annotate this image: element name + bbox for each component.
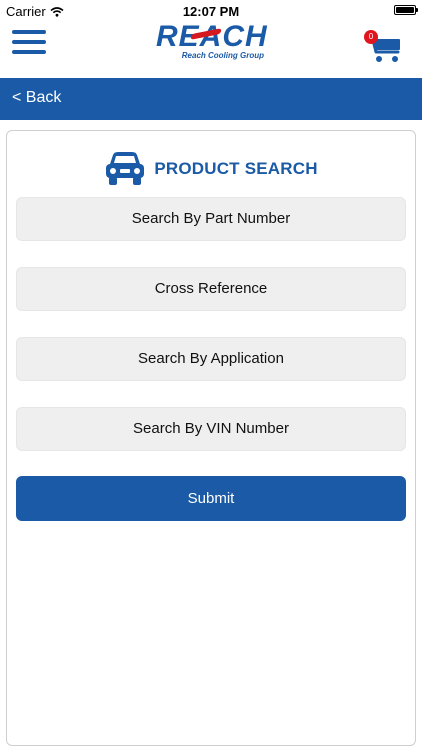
search-by-part-number-button[interactable]: Search By Part Number xyxy=(16,197,406,241)
reach-logo[interactable]: REACH Reach Cooling Group xyxy=(156,20,268,66)
menu-icon[interactable] xyxy=(12,30,46,56)
cart-count-badge: 0 xyxy=(364,30,378,44)
product-search-panel: PRODUCT SEARCH Search By Part Number Cro… xyxy=(6,130,416,746)
section-title: PRODUCT SEARCH xyxy=(154,159,318,178)
status-bar: Carrier 12:07 PM xyxy=(0,0,422,22)
search-by-application-button[interactable]: Search By Application xyxy=(16,337,406,381)
back-bar: < Back xyxy=(0,78,422,120)
submit-button[interactable]: Submit xyxy=(16,476,406,521)
cart-button[interactable]: 0 xyxy=(364,30,404,64)
search-by-vin-number-button[interactable]: Search By VIN Number xyxy=(16,407,406,451)
cross-reference-button[interactable]: Cross Reference xyxy=(16,267,406,311)
battery-icon xyxy=(394,5,418,15)
back-button[interactable]: < Back xyxy=(12,89,61,107)
status-time: 12:07 PM xyxy=(182,4,240,19)
car-icon xyxy=(106,152,145,185)
section-header: PRODUCT SEARCH xyxy=(7,151,415,187)
top-nav: REACH Reach Cooling Group 0 xyxy=(0,22,422,78)
logo-text: REACH xyxy=(156,20,268,53)
